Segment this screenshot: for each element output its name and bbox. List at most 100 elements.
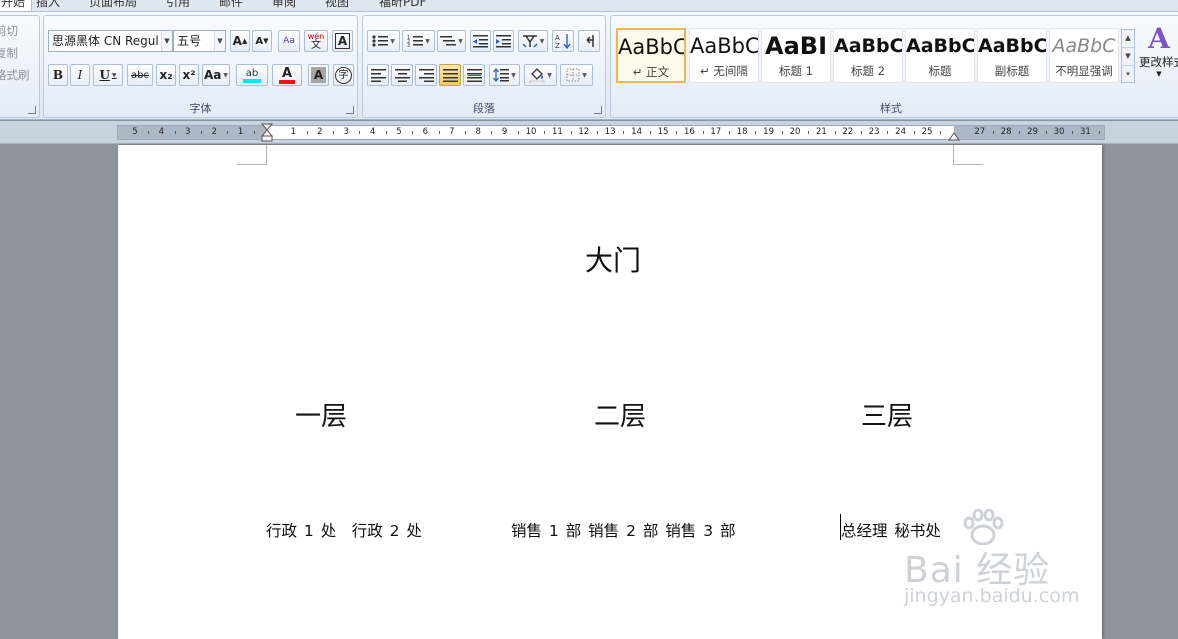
gallery-up-icon[interactable]: ▲ [1122,30,1134,48]
character-shading-button[interactable]: A [308,64,329,86]
align-right-button[interactable] [415,64,437,86]
ruler-tick [729,131,730,134]
numbering-button[interactable]: 123 ▼ [402,30,435,52]
font-size-dropdown-icon[interactable]: ▼ [214,31,225,51]
borders-button[interactable]: ▼ [560,64,593,86]
clear-formatting-button[interactable]: Aa [278,30,300,52]
tab-view[interactable]: 视图 [325,0,349,10]
ruler-number: 10 [525,127,537,137]
ruler-tick [491,131,493,134]
change-case-button[interactable]: Aa ▼ [202,64,230,86]
ruler-tick [834,131,836,134]
text-highlight-button[interactable]: ab [236,64,268,86]
enclose-characters-button[interactable]: 字 [333,64,354,86]
grow-font-button[interactable]: A ▲ [230,30,250,52]
multilevel-dropdown-icon[interactable]: ▼ [458,38,463,45]
style-subtle-emphasis[interactable]: AaBbC 不明显强调 [1049,28,1119,83]
style-subtitle[interactable]: AaBbC 副标题 [977,28,1047,83]
clear-formatting-icon: Aa [283,36,295,46]
font-size-combo[interactable]: 五号 ▼ [173,30,226,52]
justify-button[interactable] [439,64,461,86]
gallery-more-icon[interactable]: ▾ [1122,66,1134,84]
change-case-dropdown-icon[interactable]: ▼ [223,72,228,79]
floor-1-departments: 行政 1 处 行政 2 处 [266,522,422,540]
styles-gallery-scroll[interactable]: ▲ ▼ ▾ [1121,29,1135,83]
underline-dropdown-icon[interactable]: ▼ [112,72,117,79]
style-subtitle-name: 副标题 [994,64,1030,78]
format-painter-button[interactable]: 格式刷 [0,67,30,83]
line-spacing-dropdown-icon[interactable]: ▼ [511,72,516,79]
underline-button[interactable]: U ▼ [93,64,123,86]
tab-home[interactable]: 开始 [0,0,33,11]
align-center-button[interactable] [391,64,413,86]
italic-button[interactable]: I [70,64,90,86]
style-title[interactable]: AaBbC 标题 [905,28,975,83]
ruler-number: 20 [789,127,801,137]
clipboard-dialog-launcher[interactable] [28,106,36,114]
style-no-spacing[interactable]: AaBbC ↵ 无间隔 [689,28,759,83]
tab-foxit-pdf[interactable]: 福昕PDF [379,0,426,10]
superscript-button[interactable]: x² [179,64,199,86]
chinese-layout-icon [522,35,538,48]
strikethrough-button[interactable]: abc [127,64,153,86]
ruler-number: 22 [842,127,854,137]
font-dialog-launcher[interactable] [346,106,354,114]
style-heading-1[interactable]: AaBI 标题 1 [761,28,831,83]
sort-button[interactable]: AZ [552,30,574,52]
right-indent-marker-icon[interactable] [948,130,960,142]
borders-dropdown-icon[interactable]: ▼ [582,72,587,79]
borders-icon [566,68,580,82]
multilevel-list-button[interactable]: ▼ [437,30,466,52]
tab-review[interactable]: 审阅 [272,0,296,10]
chinese-layout-button[interactable]: ▼ [518,30,548,52]
bold-button[interactable]: B [48,64,68,86]
character-border-button[interactable]: A [332,30,353,52]
horizontal-ruler[interactable]: 5 4 3 2 1 1 2 3 4 5 6 7 8 9 10 11 12 13 14 15 16 17 18 19 20 21 22… [117,123,1105,143]
cut-button[interactable]: 剪切 [0,23,18,39]
highlight-color-swatch [243,78,261,83]
increase-indent-button[interactable] [493,30,514,52]
phonetic-guide-button[interactable]: wén 文 [304,30,328,52]
tab-page-layout[interactable]: 页面布局 [89,0,137,10]
numbering-dropdown-icon[interactable]: ▼ [425,38,430,45]
font-name-dropdown-icon[interactable]: ▼ [161,31,172,51]
line-spacing-button[interactable]: ▼ [489,64,520,86]
floor-2-heading: 二层 [594,402,647,432]
ruler-tick [359,131,361,134]
chinese-layout-dropdown-icon[interactable]: ▼ [540,38,545,45]
shading-dropdown-icon[interactable]: ▼ [547,72,552,79]
ruler-tick [887,131,889,134]
italic-icon: I [77,68,83,82]
indent-marker-icon[interactable] [261,123,273,143]
align-left-button[interactable] [367,64,389,86]
doc-title: 大门 [585,244,642,277]
bullets-dropdown-icon[interactable]: ▼ [390,38,395,45]
change-styles-button[interactable]: A 更改样式 ▼ [1139,24,1178,79]
decrease-indent-button[interactable] [470,30,491,52]
ruler-tick [676,131,678,134]
style-heading-1-name: 标题 1 [779,64,813,78]
align-center-icon [394,68,410,82]
shrink-font-button[interactable]: A ▼ [252,30,272,52]
bullets-button[interactable]: ▼ [367,30,400,52]
ruler-number: 29 [1027,127,1039,137]
gallery-down-icon[interactable]: ▼ [1122,48,1134,66]
show-marks-button[interactable] [578,30,600,52]
style-title-sample: AaBbC [906,35,974,57]
decrease-indent-icon [473,35,488,48]
shading-button[interactable]: ▼ [524,64,557,86]
font-color-icon: A [281,65,293,81]
style-heading-2[interactable]: AaBbC 标题 2 [833,28,903,83]
subscript-button[interactable]: x₂ [156,64,176,86]
grow-font-icon: A [232,34,242,48]
paragraph-dialog-launcher[interactable] [594,106,602,114]
tab-mailings[interactable]: 邮件 [219,0,243,10]
font-color-button[interactable]: A [272,64,302,86]
ruler-number: 11 [551,127,563,137]
style-normal[interactable]: AaBbC ↵ 正文 [616,28,686,83]
distributed-button[interactable] [463,64,485,86]
copy-button[interactable]: 复制 [0,45,18,61]
font-name-combo[interactable]: 思源黑体 CN Regul ▼ [48,30,173,52]
tab-references[interactable]: 引用 [166,0,190,10]
tab-insert[interactable]: 插入 [36,0,60,10]
